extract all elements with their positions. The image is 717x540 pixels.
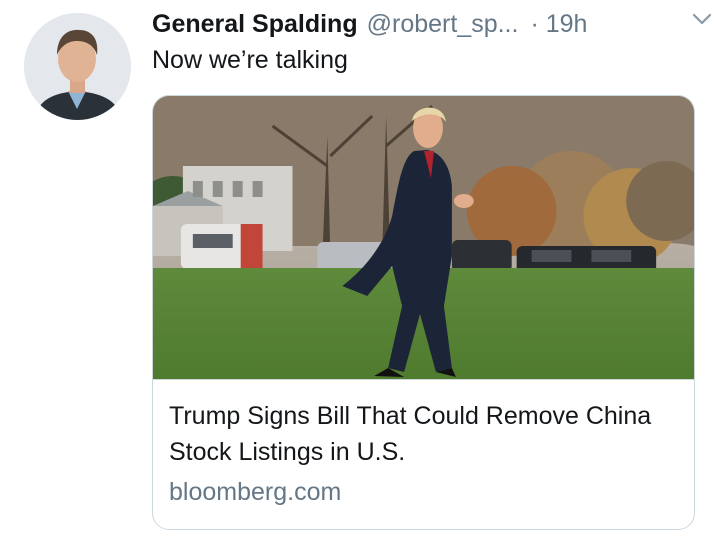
tweet-text: Now we’re talking [152,46,348,74]
author-handle[interactable]: @robert_sp... [367,10,519,39]
timestamp[interactable]: · 19h [530,10,587,39]
avatar-image [24,13,131,120]
tweet-header: General Spalding @robert_sp... · 19h [152,6,697,42]
card-divider [153,379,694,380]
card-title[interactable]: Trump Signs Bill That Could Remove China… [169,398,669,470]
link-card[interactable]: Trump Signs Bill That Could Remove China… [152,95,695,530]
tweet[interactable]: General Spalding @robert_sp... · 19h Now… [0,0,717,540]
avatar[interactable] [24,13,131,120]
card-domain[interactable]: bloomberg.com [169,478,341,507]
chevron-down-icon[interactable] [689,6,715,32]
card-image[interactable] [153,96,694,379]
author-name[interactable]: General Spalding [152,10,358,39]
